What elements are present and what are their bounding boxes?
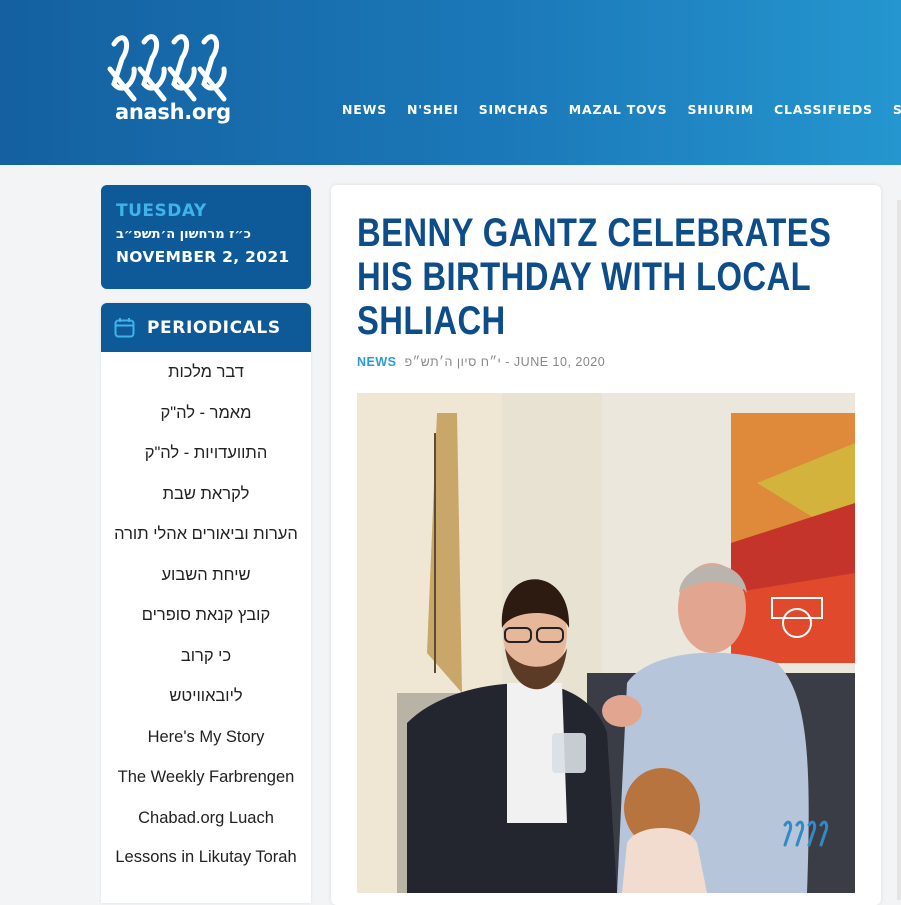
nav-item-simchas[interactable]: SIMCHAS: [479, 102, 549, 117]
nav-item-mazal-tovs[interactable]: MAZAL TOVS: [569, 102, 668, 117]
periodical-item[interactable]: כי קרוב: [101, 636, 311, 677]
periodical-item[interactable]: הערות וביאורים אהלי תורה: [101, 514, 311, 555]
periodical-item[interactable]: The Weekly Farbrengen: [101, 757, 311, 798]
article-photo: [357, 393, 855, 893]
article-headline: BENNY GANTZ CELEBRATES HIS BIRTHDAY WITH…: [357, 211, 832, 343]
date-box: TUESDAY כ״ז מרחשון ה׳תשפ״ב NOVEMBER 2, 2…: [101, 185, 311, 289]
periodicals-list: דבר מלכות מאמר - לה"ק התוועדויות - לה"ק …: [101, 352, 311, 868]
periodical-item[interactable]: מאמר - לה"ק: [101, 393, 311, 434]
nav-item-classifieds[interactable]: CLASSIFIEDS: [774, 102, 873, 117]
periodical-item[interactable]: שיחת השבוע: [101, 555, 311, 596]
article-category[interactable]: NEWS: [357, 355, 397, 369]
site-header: anash.org NEWS N'SHEI SIMCHAS MAZAL TOVS SHI…: [0, 0, 901, 165]
periodical-item[interactable]: Lessons in Likutay Torah: [101, 838, 311, 868]
date-english: NOVEMBER 2, 2021: [116, 248, 290, 266]
calendar-icon: [114, 318, 135, 338]
date-hebrew: כ״ז מרחשון ה׳תשפ״ב: [116, 227, 251, 242]
periodical-item[interactable]: לקראת שבת: [101, 474, 311, 515]
article-meta: NEWS י״ח סיון ה׳תש״פ - JUNE 10, 2020: [357, 355, 605, 369]
nav-item-subscribe[interactable]: SUBS: [893, 102, 901, 117]
nav-item-nshei[interactable]: N'SHEI: [407, 102, 459, 117]
main-nav: NEWS N'SHEI SIMCHAS MAZAL TOVS SHIURIM CLASSI…: [342, 101, 901, 119]
periodical-item[interactable]: Here's My Story: [101, 717, 311, 758]
periodicals-header: PERIODICALS: [101, 303, 311, 352]
periodical-item[interactable]: ליובאוויטש: [101, 676, 311, 717]
logo-text[interactable]: anash.org: [115, 100, 231, 124]
article-card: BENNY GANTZ CELEBRATES HIS BIRTHDAY WITH…: [331, 185, 881, 905]
periodical-item[interactable]: Chabad.org Luach: [101, 798, 311, 839]
periodical-item[interactable]: קובץ קנאת סופרים: [101, 595, 311, 636]
nav-item-news[interactable]: NEWS: [342, 102, 387, 117]
periodical-item[interactable]: התוועדויות - לה"ק: [101, 433, 311, 474]
date-day: TUESDAY: [116, 201, 207, 221]
periodicals-widget: PERIODICALS דבר מלכות מאמר - לה"ק התוועד…: [101, 303, 311, 903]
right-sidebar-edge: [897, 200, 901, 900]
nav-item-shiurim[interactable]: SHIURIM: [687, 102, 754, 117]
periodicals-title: PERIODICALS: [147, 317, 281, 338]
periodical-item[interactable]: דבר מלכות: [101, 352, 311, 393]
article-date: י״ח סיון ה׳תש״פ - JUNE 10, 2020: [404, 355, 606, 369]
